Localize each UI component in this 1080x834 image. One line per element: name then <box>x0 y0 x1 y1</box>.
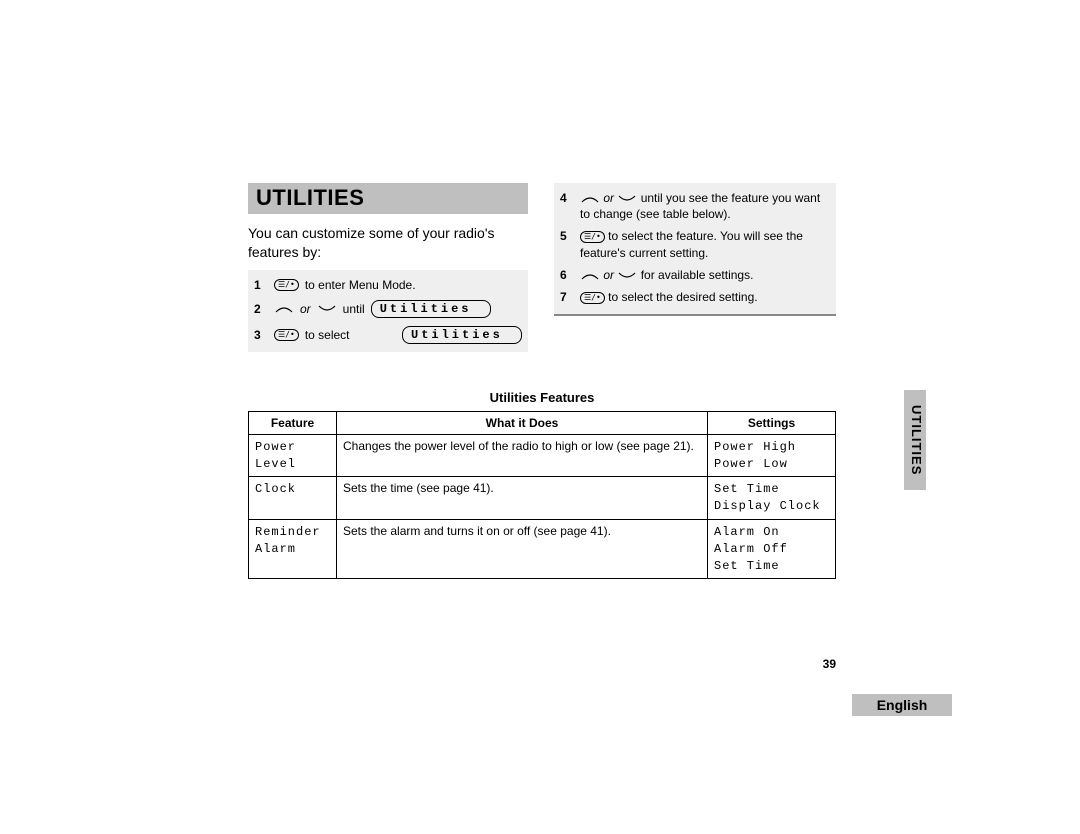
menu-key-icon: ☰/• <box>274 329 299 341</box>
step-6: 6 or for available settings. <box>560 264 830 286</box>
down-arrow-icon <box>317 304 337 314</box>
step-2: 2 or until Utilities <box>254 296 522 322</box>
step-number: 6 <box>560 267 574 283</box>
table-row: ReminderAlarmSets the alarm and turns it… <box>249 519 836 578</box>
cell-settings: Alarm OnAlarm OffSet Time <box>708 519 836 578</box>
menu-key-icon: ☰/• <box>274 279 299 291</box>
table-row: PowerLevelChanges the power level of the… <box>249 434 836 477</box>
step-text: for available settings. <box>641 268 754 282</box>
cell-settings: Set TimeDisplay Clock <box>708 477 836 520</box>
table-title: Utilities Features <box>248 390 836 405</box>
up-arrow-icon <box>580 194 600 204</box>
up-arrow-icon <box>274 304 294 314</box>
step-text: to select the desired setting. <box>608 290 757 304</box>
cell-feature: Clock <box>249 477 337 520</box>
cell-what: Sets the time (see page 41). <box>337 477 708 520</box>
or-word: or <box>603 191 614 205</box>
down-arrow-icon <box>617 194 637 204</box>
step-number: 3 <box>254 328 268 342</box>
cell-feature: ReminderAlarm <box>249 519 337 578</box>
left-column: UTILITIES You can customize some of your… <box>248 183 530 352</box>
display-readout: Utilities <box>402 326 522 344</box>
cell-what: Changes the power level of the radio to … <box>337 434 708 477</box>
step-text: until <box>343 302 365 316</box>
side-tab-utilities: UTILITIES <box>904 390 926 490</box>
step-5: 5 ☰/• to select the feature. You will se… <box>560 225 830 263</box>
intro-text: You can customize some of your radio's f… <box>248 224 528 262</box>
step-number: 2 <box>254 302 268 316</box>
menu-key-icon: ☰/• <box>580 231 605 243</box>
up-arrow-icon <box>580 271 600 281</box>
cell-what: Sets the alarm and turns it on or off (s… <box>337 519 708 578</box>
step-1: 1 ☰/• to enter Menu Mode. <box>254 274 522 296</box>
step-text: to select <box>305 328 350 342</box>
step-7: 7 ☰/• to select the desired setting. <box>560 286 830 308</box>
step-text: to select the feature. You will see the … <box>580 229 803 259</box>
right-steps-block: 4 or until you see the feature you want … <box>554 183 836 316</box>
or-word: or <box>603 268 614 282</box>
col-header-feature: Feature <box>249 411 337 434</box>
manual-page: UTILITIES You can customize some of your… <box>248 183 836 579</box>
cell-settings: Power HighPower Low <box>708 434 836 477</box>
step-text: until you see the feature you want to ch… <box>580 191 820 221</box>
display-readout: Utilities <box>371 300 491 318</box>
utilities-features-table: Feature What it Does Settings PowerLevel… <box>248 411 836 580</box>
left-steps-block: 1 ☰/• to enter Menu Mode. 2 or until Uti… <box>248 270 528 352</box>
step-number: 4 <box>560 190 574 222</box>
cell-feature: PowerLevel <box>249 434 337 477</box>
step-4: 4 or until you see the feature you want … <box>560 187 830 225</box>
right-column: 4 or until you see the feature you want … <box>554 183 836 352</box>
page-title: UTILITIES <box>248 183 528 214</box>
step-3: 3 ☰/• to select Utilities <box>254 322 522 348</box>
or-word: or <box>300 302 311 316</box>
step-text: to enter Menu Mode. <box>305 278 416 292</box>
col-header-what: What it Does <box>337 411 708 434</box>
step-number: 5 <box>560 228 574 260</box>
table-row: ClockSets the time (see page 41).Set Tim… <box>249 477 836 520</box>
col-header-settings: Settings <box>708 411 836 434</box>
menu-key-icon: ☰/• <box>580 292 605 304</box>
step-number: 1 <box>254 278 268 292</box>
step-number: 7 <box>560 289 574 305</box>
page-number: 39 <box>823 657 836 671</box>
down-arrow-icon <box>617 271 637 281</box>
language-tab: English <box>852 694 952 716</box>
